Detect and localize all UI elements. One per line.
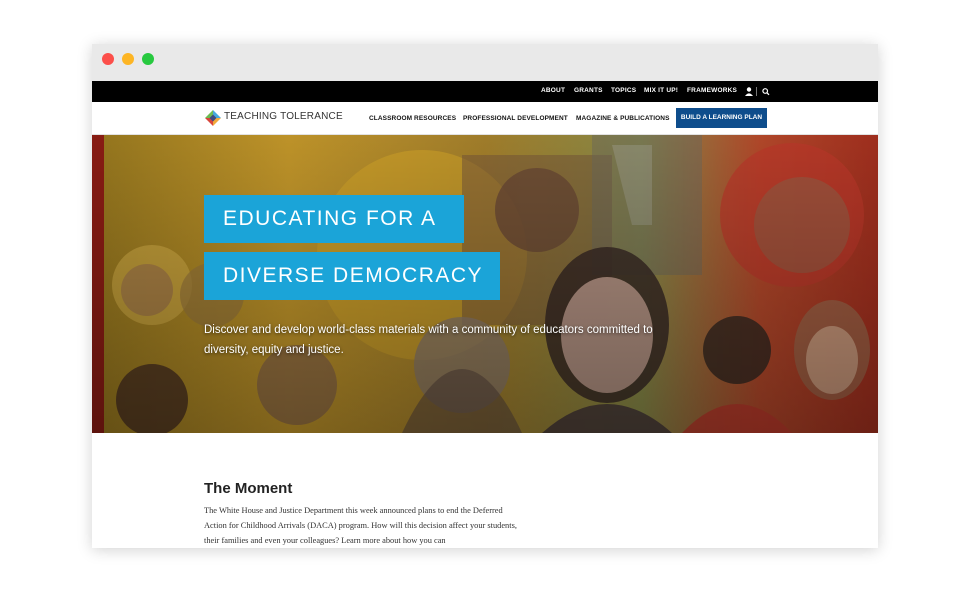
browser-window: ABOUT GRANTS TOPICS MIX IT UP! FRAMEWORK… (92, 44, 878, 548)
nav-magazine-publications[interactable]: MAGAZINE & PUBLICATIONS (576, 115, 670, 122)
user-icon[interactable] (744, 85, 754, 97)
close-window-button[interactable] (102, 53, 114, 65)
section-body: The White House and Justice Department t… (204, 506, 517, 545)
search-icon[interactable] (761, 85, 771, 97)
hero-subtext: Discover and develop world-class materia… (204, 324, 653, 356)
nav-professional-development[interactable]: PROFESSIONAL DEVELOPMENT (463, 115, 568, 122)
utility-link-topics[interactable]: TOPICS (611, 87, 636, 94)
nav-classroom-resources[interactable]: CLASSROOM RESOURCES (369, 115, 456, 122)
section-title: The Moment (204, 480, 293, 497)
utility-link-about[interactable]: ABOUT (541, 87, 565, 94)
utility-divider (756, 87, 757, 96)
teaching-tolerance-logo-icon[interactable] (205, 110, 221, 126)
zoom-window-button[interactable] (142, 53, 154, 65)
hero-headline-line-1: EDUCATING FOR A (204, 195, 464, 243)
utility-link-mix-it-up[interactable]: MIX IT UP! (644, 87, 678, 94)
utility-link-frameworks[interactable]: FRAMEWORKS (687, 87, 737, 94)
hero-headline-line-2: DIVERSE DEMOCRACY (204, 252, 500, 300)
hero-banner: EDUCATING FOR A DIVERSE DEMOCRACY Discov… (92, 135, 878, 433)
brand-name[interactable]: TEACHING TOLERANCE (224, 111, 343, 122)
window-titlebar (92, 44, 878, 81)
the-moment-section: The Moment The White House and Justice D… (92, 433, 878, 548)
minimize-window-button[interactable] (122, 53, 134, 65)
main-navbar: TEACHING TOLERANCE CLASSROOM RESOURCES P… (92, 102, 878, 135)
build-learning-plan-button[interactable]: BUILD A LEARNING PLAN (676, 108, 767, 128)
utility-bar: ABOUT GRANTS TOPICS MIX IT UP! FRAMEWORK… (92, 81, 878, 102)
utility-link-grants[interactable]: GRANTS (574, 87, 603, 94)
